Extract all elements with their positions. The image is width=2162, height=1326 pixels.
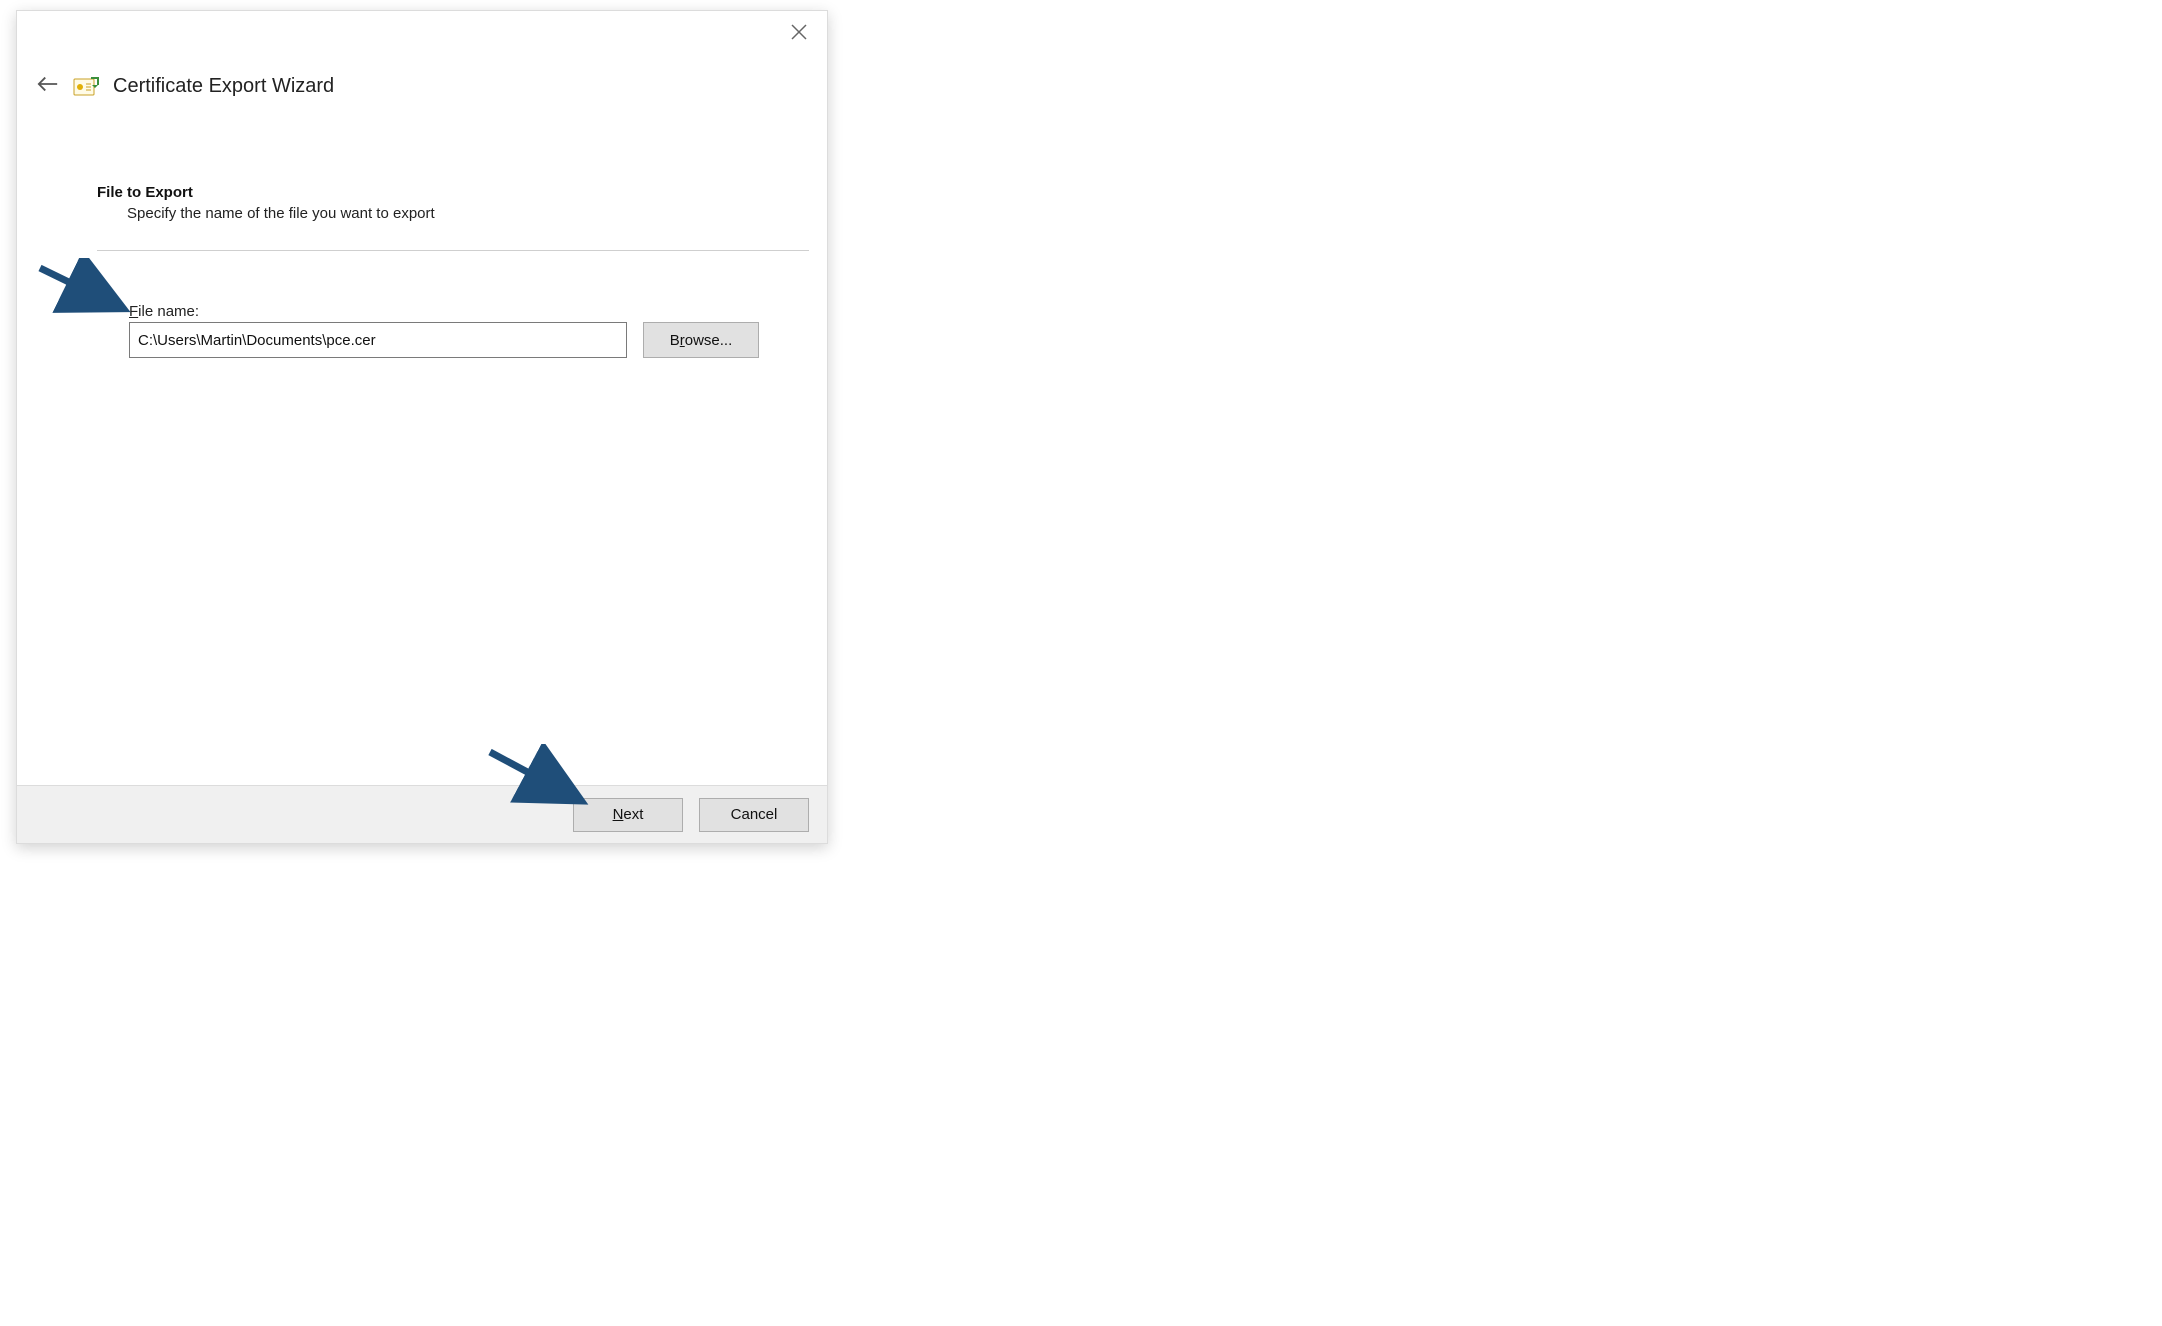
next-button[interactable]: Next — [573, 798, 683, 832]
dialog-footer: Next Cancel — [17, 785, 827, 843]
file-name-label-accel: F — [129, 303, 138, 320]
file-name-label-rest: ile name: — [138, 303, 199, 320]
section-divider — [97, 250, 809, 251]
section-description: Specify the name of the file you want to… — [127, 205, 795, 222]
wizard-header: Certificate Export Wizard — [17, 55, 827, 98]
next-accel: N — [613, 806, 624, 823]
back-arrow-icon — [37, 73, 59, 100]
dialog-titlebar — [17, 11, 827, 55]
browse-button[interactable]: Browse... — [643, 322, 759, 358]
close-icon — [791, 24, 807, 45]
file-name-label: File name: — [129, 303, 795, 320]
back-button[interactable] — [37, 76, 59, 98]
browse-prefix: B — [670, 332, 680, 349]
cancel-button[interactable]: Cancel — [699, 798, 809, 832]
section-title: File to Export — [97, 184, 795, 201]
certificate-icon — [73, 76, 99, 98]
file-name-field-block: File name: Browse... — [129, 303, 795, 358]
file-name-input[interactable] — [129, 322, 627, 358]
browse-rest: owse... — [685, 332, 733, 349]
certificate-export-wizard-dialog: Certificate Export Wizard File to Export… — [16, 10, 828, 844]
close-button[interactable] — [781, 19, 817, 49]
wizard-content: File to Export Specify the name of the f… — [17, 98, 827, 358]
wizard-title: Certificate Export Wizard — [113, 75, 334, 98]
file-name-row: Browse... — [129, 322, 795, 358]
next-rest: ext — [623, 806, 643, 823]
